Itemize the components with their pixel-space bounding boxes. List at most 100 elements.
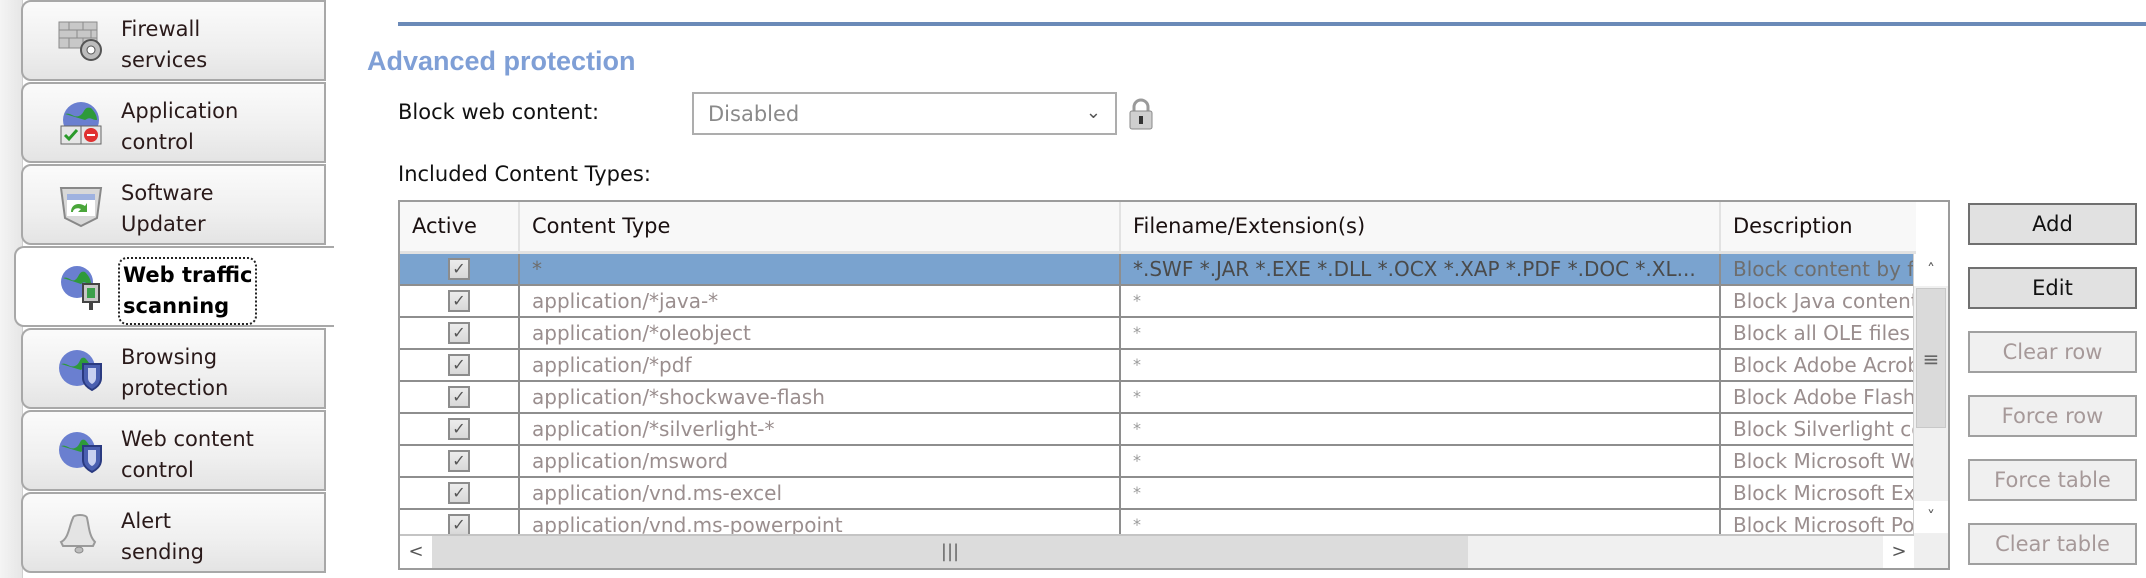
active-cell: ✓ [400,478,520,508]
scroll-left-button[interactable]: < [400,536,432,568]
description-cell: Block content by file extension [1733,257,1916,281]
sidebar-item-alert-sending[interactable]: Alert sending [21,492,326,573]
force-table-button[interactable]: Force table [1968,459,2137,501]
description-cell: Block all OLE files [1733,321,1910,345]
content-type-cell: application/*pdf [520,350,1121,380]
table-row[interactable]: ✓ application/vnd.ms-powerpoint * Block Mic… [400,510,1916,536]
content-type-cell: application/msword [520,446,1121,476]
column-header-extensions[interactable]: Filename/Extension(s) [1121,202,1721,254]
globe-shield-icon [59,432,102,474]
vertical-scroll-thumb[interactable]: ≡ [1916,288,1946,428]
table-row[interactable]: ✓ application/*java-* * Block Java content [400,286,1916,318]
active-checkbox[interactable]: ✓ [448,322,470,344]
active-checkbox[interactable]: ✓ [448,386,470,408]
globe-shield-icon [59,350,102,392]
table-row[interactable]: ✓ application/*oleobject * Block all OLE fi… [400,318,1916,350]
table-row[interactable]: ✓ application/vnd.ms-excel * Block Microsof… [400,478,1916,510]
table-row[interactable]: ✓ application/*pdf* Block Adobe Acrobat [400,350,1916,382]
sidebar-item-software-updater[interactable]: Software Updater [21,164,326,245]
sidebar-item-label: Alert sending [121,509,204,564]
sidebar-item-firewall-services[interactable]: Firewall services [21,0,326,81]
table-row[interactable]: ✓ application/*shockwave-flash * Block Adob… [400,382,1916,414]
globe-scanner-icon [61,266,100,310]
content-type-cell: application/*java-* [520,286,1121,316]
block-web-content-value: Disabled [708,102,800,126]
sidebar-item-web-traffic-scanning[interactable]: Web traffic scanning [14,246,334,327]
sidebar-item-application-control[interactable]: Application control [21,82,326,163]
active-cell: ✓ [400,382,520,412]
content-type-cell: application/vnd.ms-powerpoint [520,510,1121,536]
sidebar-item-label: Web content control [121,427,254,482]
edit-button[interactable]: Edit [1968,267,2137,309]
active-checkbox[interactable]: ✓ [448,418,470,440]
description-cell: Block Silverlight content [1733,417,1916,441]
sidebar-item-label: Application control [121,99,239,154]
column-header-content-type[interactable]: Content Type [520,202,1121,254]
extensions-cell: * [1121,382,1721,412]
content-type-cell: application/vnd.ms-excel [520,478,1121,508]
active-cell: ✓ [400,510,520,536]
included-content-types-label: Included Content Types: [398,162,651,186]
sidebar-item-browsing-protection[interactable]: Browsing protection [21,328,326,409]
extensions-cell: * [1121,350,1721,380]
block-web-content-label: Block web content: [398,100,600,124]
active-cell: ✓ [400,254,520,284]
clear-row-button[interactable]: Clear row [1968,331,2137,373]
scroll-right-button[interactable]: > [1883,536,1915,568]
table-row[interactable]: ✓ * *.SWF *.JAR *.EXE *.DLL *.OCX *.XAP *.… [400,254,1916,286]
sidebar-item-label: Web traffic scanning [117,257,258,325]
horizontal-scroll-thumb[interactable]: ||| [432,536,1468,568]
description-cell: Block Microsoft Excel [1733,481,1916,505]
extensions-cell: * [1121,478,1721,508]
extensions-cell: * [1121,318,1721,348]
lock-icon[interactable] [1128,98,1154,130]
content-type-cell: * [520,254,1121,284]
scrollbar-corner [1914,534,1948,568]
description-cell: Block Adobe Flash [1733,385,1916,409]
force-row-button[interactable]: Force row [1968,395,2137,437]
clear-table-button[interactable]: Clear table [1968,523,2137,565]
section-title: Advanced protection [367,46,636,76]
table-row[interactable]: ✓ application/msword* Block Microsoft Word [400,446,1916,478]
description-cell: Block Microsoft PowerPoint [1733,513,1916,536]
active-checkbox[interactable]: ✓ [448,354,470,376]
content-type-cell: application/*oleobject [520,318,1121,348]
sidebar-item-web-content-control[interactable]: Web content control [21,410,326,491]
scroll-down-button[interactable]: ˅ [1914,501,1948,533]
vertical-scrollbar[interactable]: ˄ ≡ ˅ [1913,254,1948,536]
chevron-down-icon: ⌄ [1085,102,1101,123]
active-cell: ✓ [400,446,520,476]
active-checkbox[interactable]: ✓ [448,482,470,504]
bell-icon [59,514,97,554]
firewall-gear-icon [58,21,102,61]
scroll-up-button[interactable]: ˄ [1914,254,1948,286]
globe-allow-deny-icon [60,102,102,145]
extensions-cell: * [1121,286,1721,316]
sidebar-item-label: Software Updater [121,181,214,236]
content-type-cell: application/*shockwave-flash [520,382,1121,412]
extensions-cell: *.SWF *.JAR *.EXE *.DLL *.OCX *.XAP *.PD… [1121,254,1721,284]
active-checkbox[interactable]: ✓ [448,290,470,312]
active-checkbox[interactable]: ✓ [448,258,470,280]
extensions-cell: * [1121,510,1721,536]
active-cell: ✓ [400,318,520,348]
active-checkbox[interactable]: ✓ [448,514,470,536]
table-header: Active Content Type Filename/Extension(s… [400,202,1916,254]
block-web-content-select[interactable]: Disabled ⌄ [692,92,1117,135]
description-cell: Block Microsoft Word [1733,449,1916,473]
table-body: ✓ * *.SWF *.JAR *.EXE *.DLL *.OCX *.XAP *.… [400,254,1916,536]
software-updater-shield-icon [59,187,103,228]
column-header-active[interactable]: Active [400,202,520,254]
table-row[interactable]: ✓ application/*silverlight-* * Block Silver… [400,414,1916,446]
extensions-cell: * [1121,446,1721,476]
active-cell: ✓ [400,350,520,380]
add-button[interactable]: Add [1968,203,2137,245]
horizontal-scrollbar[interactable]: < ||| > [400,534,1916,568]
extensions-cell: * [1121,414,1721,444]
content-type-cell: application/*silverlight-* [520,414,1121,444]
column-header-description[interactable]: Description [1721,202,1916,254]
active-checkbox[interactable]: ✓ [448,450,470,472]
content-types-table: Active Content Type Filename/Extension(s… [398,200,1950,570]
sidebar-item-label: Firewall services [121,17,208,72]
description-cell: Block Adobe Acrobat [1733,353,1916,377]
